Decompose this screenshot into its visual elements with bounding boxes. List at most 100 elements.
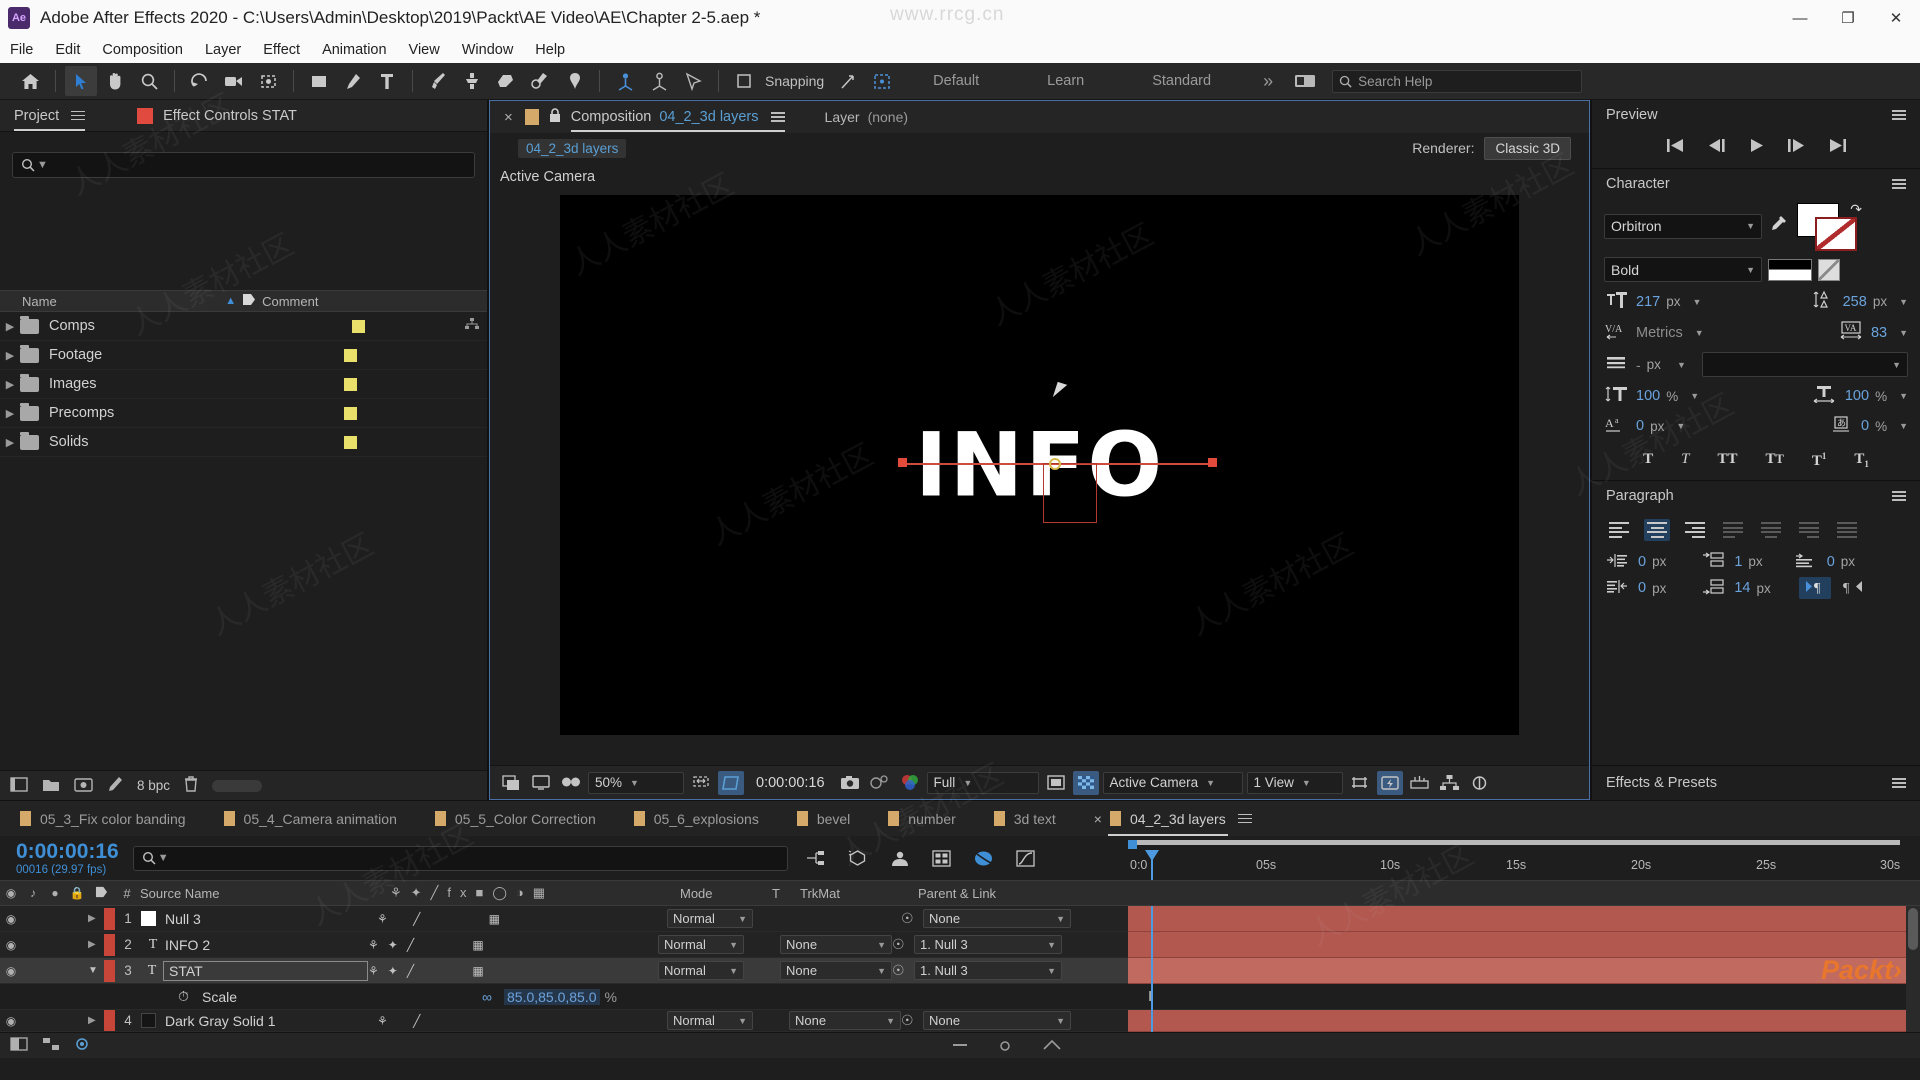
list-item[interactable]: ▶ Images: [0, 370, 487, 400]
faux-italic-button[interactable]: T: [1681, 451, 1689, 470]
home-icon[interactable]: [14, 66, 46, 96]
snapshot-camera-icon[interactable]: [837, 771, 863, 795]
type-tool[interactable]: [371, 66, 403, 96]
playhead-line[interactable]: [1151, 906, 1153, 1032]
toggle-switches-modes-icon[interactable]: [10, 1037, 28, 1054]
horizontal-scale-value[interactable]: 100: [1845, 388, 1869, 404]
composition-mini-flowchart-icon[interactable]: [802, 850, 830, 867]
timeline-tab-3d-text[interactable]: 3d text: [993, 811, 1056, 827]
collapse-arrow-icon[interactable]: ▼: [88, 965, 104, 976]
brush-tool[interactable]: [422, 66, 454, 96]
enable-motion-blur-icon[interactable]: [970, 850, 998, 867]
layer-label-swatch[interactable]: [104, 959, 115, 982]
layer-source-name[interactable]: Null 3: [165, 911, 377, 927]
breadcrumb-comp-chip[interactable]: 04_2_3d layers: [518, 138, 627, 158]
layer-label-swatch[interactable]: [104, 1010, 115, 1031]
chevron-down-icon[interactable]: ▼: [1695, 328, 1704, 338]
transform-handle[interactable]: [898, 458, 907, 467]
lock-icon[interactable]: [549, 108, 561, 126]
constrain-proportions-icon[interactable]: ∞: [482, 989, 504, 1005]
first-frame-button[interactable]: [1666, 138, 1685, 156]
puppet-tool[interactable]: [558, 66, 590, 96]
indent-right-value[interactable]: 0: [1827, 554, 1835, 570]
list-item[interactable]: ▶ Solids: [0, 428, 487, 458]
layer-switches[interactable]: ⚘ ╱ ▦: [377, 912, 667, 926]
roto-brush-tool[interactable]: [524, 66, 556, 96]
parent-pickwhip-icon[interactable]: ☉: [901, 1012, 923, 1029]
3d-view-shortcut-icon[interactable]: [866, 66, 898, 96]
label-swatch[interactable]: [344, 406, 357, 420]
region-of-interest-icon[interactable]: [718, 770, 744, 795]
expand-arrow-icon[interactable]: ▶: [0, 320, 20, 333]
project-search-input[interactable]: ▼: [12, 152, 475, 178]
parent-link-select[interactable]: 1. Null 3 ▼: [914, 961, 1062, 980]
expand-arrow-icon[interactable]: ▶: [0, 378, 20, 391]
workspace-overflow-icon[interactable]: »: [1263, 71, 1273, 92]
swap-colors-icon[interactable]: ↷: [1850, 201, 1862, 218]
toggle-mask-paths-icon[interactable]: [1043, 771, 1069, 795]
timeline-tab-number[interactable]: number: [888, 811, 956, 827]
ltr-direction-button[interactable]: ¶: [1798, 577, 1831, 599]
zoom-level-select[interactable]: 50% ▼: [588, 771, 684, 794]
eraser-tool[interactable]: [490, 66, 522, 96]
parent-link-header[interactable]: Parent & Link: [918, 886, 1098, 901]
align-right-button[interactable]: [1682, 519, 1708, 541]
timeline-tab-bevel[interactable]: bevel: [796, 811, 850, 827]
new-comp-icon[interactable]: [10, 776, 28, 795]
chevron-down-icon[interactable]: ▼: [1899, 297, 1908, 307]
trkmat-header[interactable]: TrkMat: [800, 886, 918, 901]
indent-first-line-value[interactable]: 0: [1638, 580, 1646, 596]
space-after-value[interactable]: 14: [1734, 580, 1750, 596]
work-area-bar[interactable]: [1128, 840, 1900, 849]
menu-item-view[interactable]: View: [409, 42, 440, 58]
t-header[interactable]: T: [772, 886, 800, 901]
composition-canvas[interactable]: INFO: [560, 195, 1519, 735]
graph-editor-icon[interactable]: [1012, 849, 1040, 867]
auto-keyframe-icon[interactable]: [74, 1037, 90, 1054]
menu-item-composition[interactable]: Composition: [102, 42, 183, 58]
menu-item-animation[interactable]: Animation: [322, 42, 386, 58]
close-tab-icon[interactable]: ×: [1094, 811, 1102, 827]
viewer-timecode[interactable]: 0:00:00:16: [748, 775, 833, 791]
parent-link-select[interactable]: None ▼: [923, 1011, 1071, 1030]
menu-item-help[interactable]: Help: [535, 42, 565, 58]
expand-arrow-icon[interactable]: ▶: [0, 349, 20, 362]
label-swatch[interactable]: [344, 377, 357, 391]
all-caps-button[interactable]: TT: [1717, 451, 1737, 470]
workspace-learn[interactable]: Learn: [1047, 73, 1084, 89]
close-tab-icon[interactable]: ×: [504, 109, 513, 126]
indent-left-value[interactable]: 0: [1638, 554, 1646, 570]
white-preset-swatch[interactable]: [1768, 269, 1812, 281]
layer-number-header[interactable]: #: [114, 886, 140, 901]
pen-tool[interactable]: [337, 66, 369, 96]
scrollbar-horizontal[interactable]: [212, 779, 263, 792]
next-frame-button[interactable]: [1786, 138, 1806, 156]
project-menu-icon[interactable]: [71, 108, 86, 122]
video-visibility-toggle[interactable]: ◉: [0, 964, 22, 978]
eyedropper-icon[interactable]: [1768, 215, 1787, 237]
track-matte-select[interactable]: None ▼: [780, 935, 892, 954]
blend-mode-select[interactable]: Normal ▼: [667, 909, 753, 928]
align-left-button[interactable]: [1606, 519, 1632, 541]
label-swatch[interactable]: [352, 319, 365, 333]
resolution-select[interactable]: Full ▼: [926, 771, 1039, 794]
expand-arrow-icon[interactable]: ▶: [0, 407, 20, 420]
delete-icon[interactable]: [184, 776, 198, 795]
faux-bold-button[interactable]: T: [1643, 451, 1653, 470]
tab-composition[interactable]: Composition 04_2_3d layers: [570, 109, 785, 132]
fast-previews-icon[interactable]: [1376, 770, 1403, 795]
last-frame-button[interactable]: [1828, 138, 1847, 156]
layer-switches[interactable]: ⚘✦╱ ▦: [368, 964, 658, 978]
fit-to-window-icon[interactable]: [688, 771, 714, 795]
pan-behind-tool[interactable]: [252, 66, 284, 96]
local-axis-mode-icon[interactable]: [609, 66, 641, 96]
timeline-tab-05-4[interactable]: 05_4_Camera animation: [223, 811, 397, 827]
justify-last-left-button[interactable]: [1720, 519, 1746, 541]
channel-rgb-icon[interactable]: [897, 771, 923, 795]
timeline-current-time[interactable]: 0:00:00:16: [16, 840, 119, 864]
layer-duration-bar[interactable]: [1128, 906, 1920, 932]
justify-last-center-button[interactable]: [1758, 519, 1784, 541]
enable-frame-blending-icon[interactable]: [928, 849, 956, 867]
new-folder-icon[interactable]: [42, 777, 60, 795]
layer-switches[interactable]: ⚘ ╱: [377, 1014, 667, 1028]
